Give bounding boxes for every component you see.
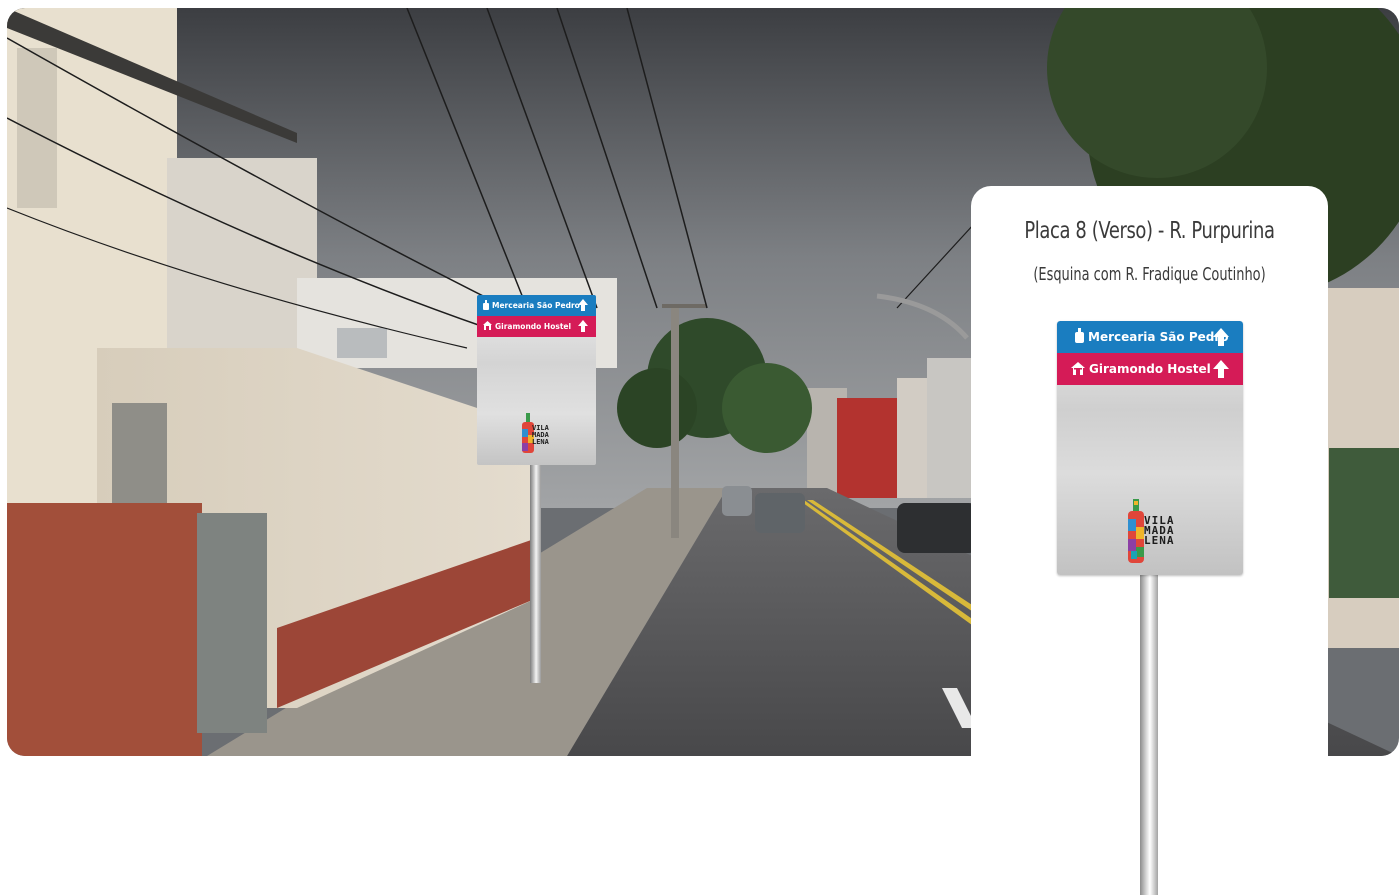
bottle-logo-icon	[1128, 499, 1144, 563]
small-sign-row1-label: Mercearia São Pedro	[492, 301, 580, 310]
panel-subtitle: (Esquina com R. Fradique Coutinho)	[1033, 264, 1266, 285]
small-sign-pole	[530, 465, 541, 683]
sign-row-mercearia: Mercearia São Pedro	[1057, 321, 1243, 353]
large-sign: Mercearia São Pedro Giramondo Hostel VIL…	[1057, 321, 1243, 575]
logo-text: VILA MADA LENA	[1144, 514, 1175, 547]
small-sign-row2-label: Giramondo Hostel	[495, 322, 572, 331]
vila-madalena-logo: VILA MADA LENA	[1127, 499, 1179, 563]
small-sign: Mercearia São Pedro Giramondo Hostel VIL	[477, 295, 596, 465]
sign-pole	[1140, 575, 1158, 895]
small-sign-row-mercearia: Mercearia São Pedro	[477, 295, 596, 316]
arrow-up-icon	[578, 299, 588, 313]
arrow-up-icon	[1213, 360, 1229, 382]
sign-row-giramondo: Giramondo Hostel	[1057, 353, 1243, 385]
bottle-icon	[483, 299, 489, 312]
arrow-up-icon	[1213, 328, 1229, 350]
sign-row1-label: Mercearia São Pedro	[1088, 330, 1229, 344]
vila-madalena-logo-small: VILA MADA LENA	[521, 413, 555, 453]
sign-detail-panel: Placa 8 (Verso) - R. Purpurina (Esquina …	[971, 186, 1328, 895]
sign-row2-label: Giramondo Hostel	[1089, 362, 1211, 376]
house-icon	[483, 321, 492, 332]
mockup-stage: Mercearia São Pedro Giramondo Hostel VIL	[0, 0, 1399, 895]
arrow-up-icon	[578, 320, 588, 334]
panel-title: Placa 8 (Verso) - R. Purpurina	[1024, 218, 1275, 244]
house-icon	[1071, 360, 1085, 379]
small-logo-text: VILA MADA LENA	[532, 424, 549, 446]
bottle-icon	[1075, 327, 1084, 347]
small-sign-row-giramondo: Giramondo Hostel	[477, 316, 596, 337]
